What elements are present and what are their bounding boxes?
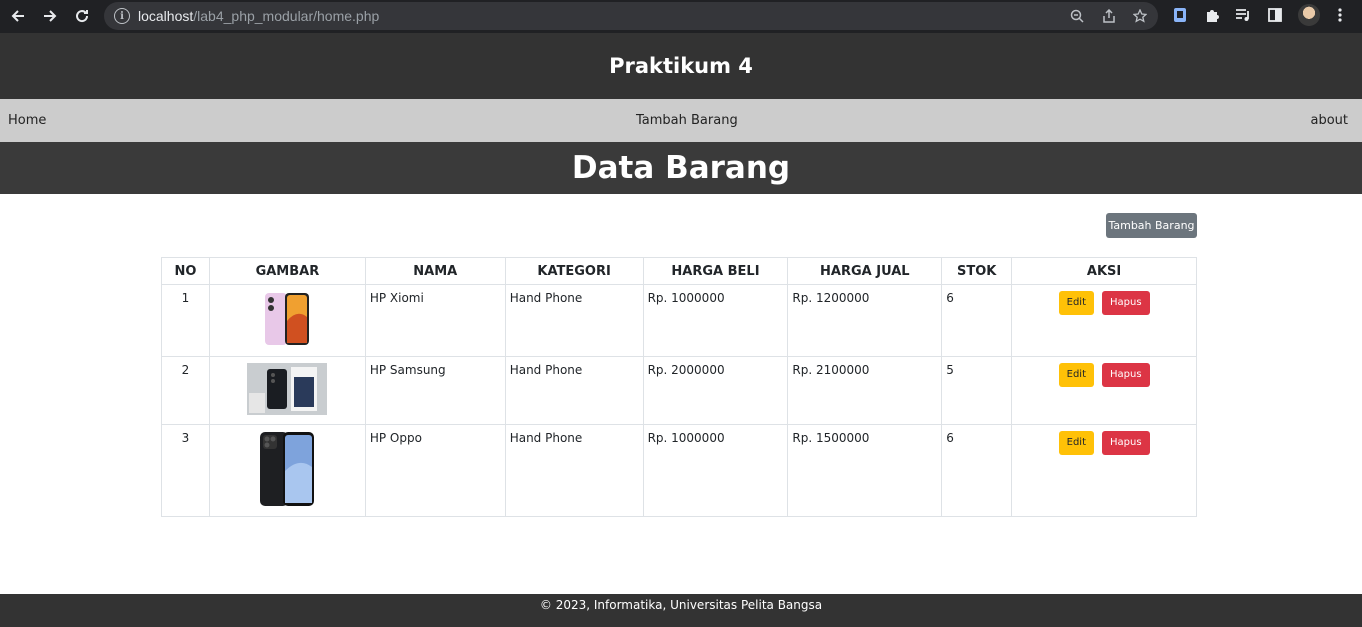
puzzle-extensions-icon[interactable] — [1202, 5, 1222, 25]
cell-kategori: Hand Phone — [504, 356, 644, 425]
table-row: 2 HP Samsung Hand Phone Rp. 2000000 Rp. … — [161, 356, 1197, 425]
cell-nama: HP Samsung — [364, 356, 506, 425]
cell-image — [208, 424, 366, 517]
cell-harga-beli: Rp. 1000000 — [642, 424, 789, 517]
cell-nama: HP Oppo — [364, 424, 506, 517]
column-header: STOK — [941, 257, 1013, 285]
cell-harga-beli: Rp. 2000000 — [642, 356, 789, 425]
column-header: GAMBAR — [208, 257, 366, 285]
share-icon[interactable] — [1100, 7, 1118, 25]
product-image-oppo — [259, 431, 315, 510]
cell-stok: 6 — [941, 284, 1013, 357]
browser-toolbar: i localhost/lab4_php_modular/home.php — [0, 0, 1362, 33]
footer-text: © 2023, Informatika, Universitas Pelita … — [539, 598, 823, 612]
side-panel-icon[interactable] — [1265, 5, 1285, 25]
items-table: NO GAMBAR NAMA KATEGORI HARGA BELI HARGA… — [161, 257, 1197, 517]
menu-kebab-icon[interactable] — [1330, 5, 1350, 25]
cell-aksi: Edit Hapus — [1011, 356, 1197, 425]
cell-no: 3 — [161, 424, 210, 517]
site-footer: © 2023, Informatika, Universitas Pelita … — [0, 594, 1362, 627]
page-title: Data Barang — [571, 150, 791, 186]
delete-button[interactable]: Hapus — [1102, 291, 1150, 315]
product-image-xiaomi — [263, 291, 311, 350]
column-header: AKSI — [1011, 257, 1197, 285]
column-header: HARGA BELI — [642, 257, 789, 285]
profile-avatar[interactable] — [1298, 4, 1320, 26]
cell-stok: 6 — [941, 424, 1013, 517]
add-item-button[interactable]: Tambah Barang — [1106, 213, 1197, 238]
site-info-icon[interactable]: i — [114, 8, 130, 24]
product-image-samsung — [247, 363, 328, 418]
cell-kategori: Hand Phone — [504, 284, 644, 357]
zoom-icon[interactable] — [1068, 7, 1086, 25]
column-header: KATEGORI — [504, 257, 644, 285]
extension-icon[interactable] — [1170, 5, 1190, 25]
back-arrow-icon[interactable] — [7, 5, 29, 27]
cell-no: 2 — [161, 356, 210, 425]
cell-harga-beli: Rp. 1000000 — [642, 284, 789, 357]
delete-button[interactable]: Hapus — [1102, 431, 1150, 455]
bookmark-star-icon[interactable] — [1131, 7, 1149, 25]
cell-image — [208, 356, 366, 425]
nav-link-home[interactable]: Home — [8, 113, 46, 128]
cell-harga-jual: Rp. 1500000 — [787, 424, 943, 517]
reload-icon[interactable] — [71, 5, 93, 27]
edit-button[interactable]: Edit — [1058, 363, 1094, 387]
edit-button[interactable]: Edit — [1058, 291, 1094, 315]
url-text: localhost/lab4_php_modular/home.php — [138, 8, 380, 24]
delete-button[interactable]: Hapus — [1102, 363, 1150, 387]
main-nav: Home Tambah Barang about — [0, 99, 1362, 142]
cell-nama: HP Xiomi — [364, 284, 506, 357]
media-control-icon[interactable] — [1233, 5, 1253, 25]
cell-no: 1 — [161, 284, 210, 357]
cell-aksi: Edit Hapus — [1011, 284, 1197, 357]
cell-image — [208, 284, 366, 357]
cell-aksi: Edit Hapus — [1011, 424, 1197, 517]
column-header: NAMA — [364, 257, 506, 285]
column-header: NO — [161, 257, 210, 285]
cell-kategori: Hand Phone — [504, 424, 644, 517]
forward-arrow-icon[interactable] — [39, 5, 61, 27]
table-row: 1 HP Xiomi Hand Phone Rp. 1000000 Rp. 12… — [161, 284, 1197, 357]
edit-button[interactable]: Edit — [1058, 431, 1094, 455]
cell-harga-jual: Rp. 1200000 — [787, 284, 943, 357]
nav-link-about[interactable]: about — [1310, 113, 1348, 128]
site-title: Praktikum 4 — [609, 54, 753, 78]
column-header: HARGA JUAL — [787, 257, 943, 285]
cell-stok: 5 — [941, 356, 1013, 425]
page-title-bar: Data Barang — [0, 142, 1362, 194]
address-bar[interactable]: i localhost/lab4_php_modular/home.php — [104, 2, 1158, 30]
table-row: 3 HP Oppo Hand Phone Rp. 1000000 Rp. 150… — [161, 424, 1197, 517]
cell-harga-jual: Rp. 2100000 — [787, 356, 943, 425]
nav-link-tambah-barang[interactable]: Tambah Barang — [636, 113, 738, 128]
table-header-row: NO GAMBAR NAMA KATEGORI HARGA BELI HARGA… — [161, 257, 1197, 285]
site-header: Praktikum 4 — [0, 33, 1362, 99]
